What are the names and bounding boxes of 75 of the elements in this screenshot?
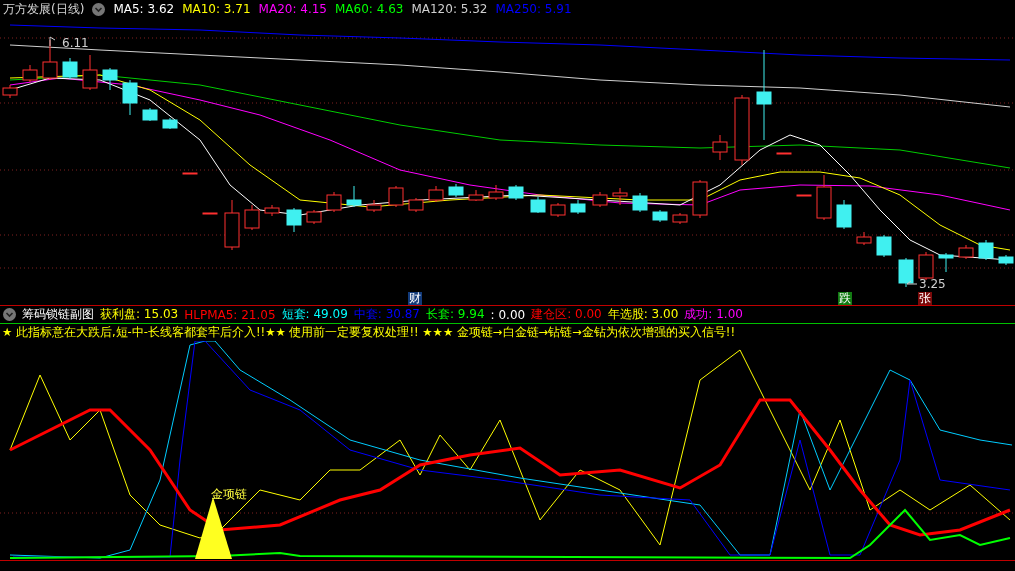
candlestick <box>918 251 934 281</box>
candlestick <box>998 254 1014 266</box>
indicator-value: 中套: 30.87 <box>353 306 420 323</box>
candlestick <box>428 185 444 203</box>
indicator-value: MA60: 4.63 <box>335 2 404 16</box>
candlestick <box>346 185 362 208</box>
dropdown-icon[interactable] <box>3 308 16 321</box>
candlestick <box>182 172 198 175</box>
candlestick <box>692 179 708 219</box>
candlestick <box>468 189 484 202</box>
event-badge[interactable]: 跌 <box>838 292 852 305</box>
candlestick <box>326 191 342 213</box>
candlestick <box>978 239 994 261</box>
candlestick <box>816 174 832 221</box>
dropdown-icon[interactable] <box>92 2 106 16</box>
candlestick <box>592 191 608 208</box>
candlestick <box>448 183 464 198</box>
candlestick <box>712 134 728 161</box>
indicator-value: MA10: 3.71 <box>182 2 251 16</box>
price-label: 3.25 <box>919 277 946 291</box>
candlestick <box>652 209 668 223</box>
indicator-note: ★ 此指标意在大跌后,短-中-长线客都套牢后介入!!★★ 使用前一定要复权处理!! ★★★ 金项链→白金链→钻链→金钻为依次增强的买入信号!! <box>1 324 736 341</box>
candlestick <box>734 94 750 166</box>
candlestick <box>388 185 404 208</box>
price-label: 6.11 <box>62 36 89 50</box>
candlestick <box>876 234 892 258</box>
candlestick <box>82 54 98 91</box>
candlestick <box>776 152 792 155</box>
candlestick <box>898 257 914 288</box>
candlestick <box>22 64 38 83</box>
candlestick <box>202 212 218 215</box>
candlestick <box>244 204 260 231</box>
price-pointer-icon <box>49 36 56 47</box>
candlestick <box>286 207 302 233</box>
candlestick <box>856 231 872 246</box>
candlestick <box>836 199 852 230</box>
indicator-value: MA250: 5.91 <box>495 2 572 16</box>
candlestick <box>488 184 504 201</box>
candlestick <box>122 79 138 116</box>
indicator-value: 长套: 9.94 <box>426 306 485 323</box>
indicator-value: 获利盘: 15.03 <box>100 306 179 323</box>
candlestick <box>958 244 974 260</box>
signal-label: 金项链 <box>211 486 247 503</box>
candlestick <box>62 57 78 80</box>
candlestick <box>306 209 322 225</box>
candlestick <box>672 212 688 225</box>
candlestick <box>102 67 118 91</box>
candlestick <box>224 199 240 251</box>
candlestick <box>530 196 546 214</box>
indicator-value: 建仓区: 0.00 <box>531 306 602 323</box>
indicator-value: MA20: 4.15 <box>258 2 327 16</box>
indicator-value: 短套: 49.09 <box>281 306 348 323</box>
candlestick <box>550 202 566 218</box>
indicator-value: : 0.00 <box>490 307 526 322</box>
candlestick <box>508 184 524 201</box>
candlestick <box>612 187 628 206</box>
candlestick <box>142 107 158 122</box>
candlestick <box>408 197 424 213</box>
candlestick <box>796 194 812 197</box>
candlestick <box>570 199 586 215</box>
indicator-value: 成功: 1.00 <box>684 306 743 323</box>
indicator-value: MA120: 5.32 <box>411 2 488 16</box>
chart-title: 万方发展(日线) <box>3 0 85 18</box>
price-pointer-icon <box>906 280 918 285</box>
event-badge[interactable]: 张 <box>918 292 932 305</box>
candlestick <box>366 199 382 213</box>
candlestick <box>632 192 648 213</box>
event-badge[interactable]: 财 <box>408 292 422 305</box>
indicator-value: HLPMA5: 21.05 <box>184 307 276 322</box>
candlestick <box>264 204 280 217</box>
indicator-value: 年选股: 3.00 <box>607 306 679 323</box>
chart-title: 筹码锁链副图 <box>22 306 94 323</box>
candlestick <box>938 252 954 273</box>
candlestick <box>162 117 178 130</box>
indicator-value: MA5: 3.62 <box>113 2 175 16</box>
